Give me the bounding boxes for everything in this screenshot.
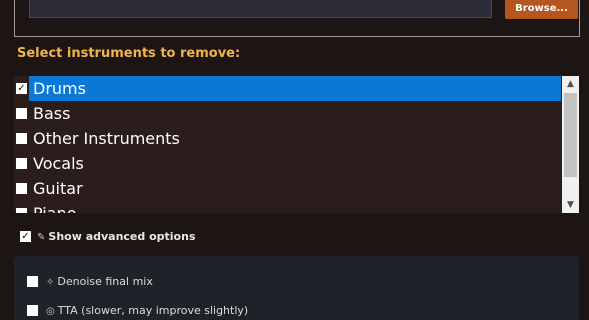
list-item-drums[interactable]: ✓ Drums <box>14 76 561 101</box>
tta-checkbox[interactable] <box>27 304 38 316</box>
checkbox-vocals[interactable] <box>16 158 27 169</box>
list-item-guitar[interactable]: Guitar <box>14 176 561 201</box>
list-item-label: Guitar <box>33 179 83 198</box>
list-item-vocals[interactable]: Vocals <box>14 151 561 176</box>
list-item-label: Piano <box>29 204 76 213</box>
denoise-label: Denoise final mix <box>57 274 153 288</box>
advanced-options-label: Show advanced options <box>48 229 196 243</box>
pencil-icon: ✎ <box>37 231 46 243</box>
list-item-bass[interactable]: Bass <box>14 101 561 126</box>
file-path-input[interactable] <box>29 0 492 18</box>
listbox-scrollbar[interactable]: ▲ ▼ <box>562 76 579 213</box>
checkbox-other-instruments[interactable] <box>16 133 27 144</box>
tta-label: TTA (slower, may improve slightly) <box>57 303 249 317</box>
file-panel: Browse... <box>14 0 580 37</box>
browse-button[interactable]: Browse... <box>505 0 578 19</box>
instruments-heading: Select instruments to remove: <box>17 46 241 61</box>
list-item-label: Other Instruments <box>33 129 180 148</box>
instruments-listbox[interactable]: ✓ Drums Bass Other Instruments Vocals Gu… <box>14 76 579 213</box>
scroll-up-icon[interactable]: ▲ <box>562 76 579 92</box>
denoise-checkbox[interactable] <box>27 275 38 287</box>
list-item-piano[interactable]: Piano <box>14 201 561 213</box>
option-tta[interactable]: ◎ TTA (slower, may improve slightly) <box>27 303 248 317</box>
list-item-other-instruments[interactable]: Other Instruments <box>14 126 561 151</box>
list-item-label: Drums <box>33 79 86 98</box>
checkbox-drums[interactable]: ✓ <box>16 83 27 94</box>
advanced-options-panel: ✧ Denoise final mix ◎ TTA (slower, may imp… <box>14 256 579 320</box>
checkbox-piano[interactable] <box>16 208 27 213</box>
target-icon: ◎ <box>46 305 55 317</box>
scroll-thumb[interactable] <box>564 93 577 177</box>
option-denoise[interactable]: ✧ Denoise final mix <box>27 274 153 288</box>
advanced-options-checkbox[interactable]: ✓ <box>20 230 31 242</box>
scroll-down-icon[interactable]: ▼ <box>562 197 579 213</box>
list-item-label: Vocals <box>33 154 84 173</box>
checkbox-bass[interactable] <box>16 108 27 119</box>
checkbox-guitar[interactable] <box>16 183 27 194</box>
magic-wand-icon: ✧ <box>46 276 55 288</box>
advanced-options-toggle[interactable]: ✓ ✎ Show advanced options <box>20 229 196 243</box>
list-item-label: Bass <box>33 104 71 123</box>
